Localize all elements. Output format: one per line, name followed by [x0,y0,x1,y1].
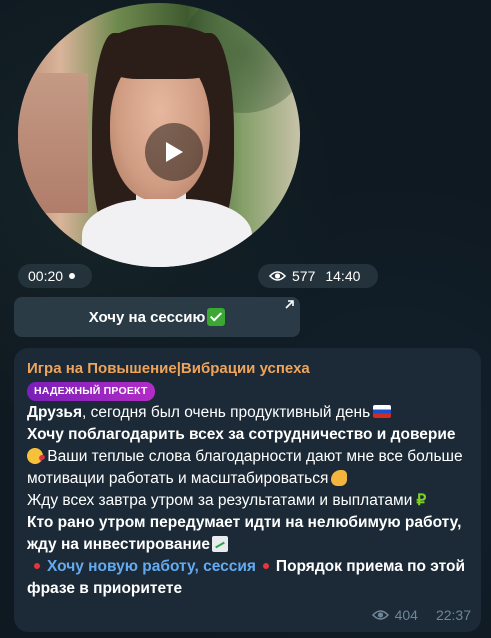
text: , сегодня был очень продуктивный день [82,404,371,421]
text-bold: Хочу поблагодарить всех за сотрудничеств… [27,426,456,443]
kiss-face-icon [27,448,43,464]
message-views: 404 [394,607,418,623]
message-time: 22:37 [435,607,471,623]
inline-button-label: Хочу на сессию [88,308,206,326]
russia-flag-icon [373,405,392,418]
text: Ваши теплые слова благодарности дают мне… [27,448,463,487]
ruble-icon: ₽ [416,492,427,509]
video-duration-badge: 00:20 [18,264,92,288]
message-footer: 404 22:37 [371,607,471,623]
custom-emoji-badge: НАДЕЖНЫЙ ПРОЕКТ [27,382,155,401]
text-bold: Кто рано утром передумает идти на нелюби… [27,514,462,553]
video-time: 14:40 [325,268,361,284]
hair [102,25,222,79]
sender-name[interactable]: Игра на Повышение|Вибрации успеха [27,359,469,379]
message-bubble: Игра на Повышение|Вибрации успеха НАДЕЖН… [14,348,481,632]
hashtag-link[interactable]: Хочу новую работу, сессия [47,558,256,575]
message-text: Друзья, сегодня был очень продуктивный д… [27,402,469,600]
text: Жду всех завтра утром за результатами и … [27,492,413,509]
check-mark-icon [207,308,226,326]
play-icon [166,142,183,162]
inline-button-session[interactable]: Хочу на сессию [14,297,300,337]
chart-increasing-icon [212,536,228,552]
red-dot-icon [262,562,269,569]
background-building [18,73,88,213]
red-dot-icon [34,562,40,569]
play-button[interactable] [145,123,203,181]
video-duration: 00:20 [28,268,64,284]
video-meta-badge: 577 14:40 [258,264,378,288]
eye-icon [269,271,286,281]
external-link-arrow-icon [285,300,294,309]
video-views: 577 [292,268,316,284]
unplayed-dot [69,273,76,279]
shirt [82,199,252,267]
text-bold: Друзья [27,404,82,421]
eye-icon [371,610,389,620]
flexed-biceps-icon [331,470,348,486]
video-message[interactable] [18,3,300,267]
